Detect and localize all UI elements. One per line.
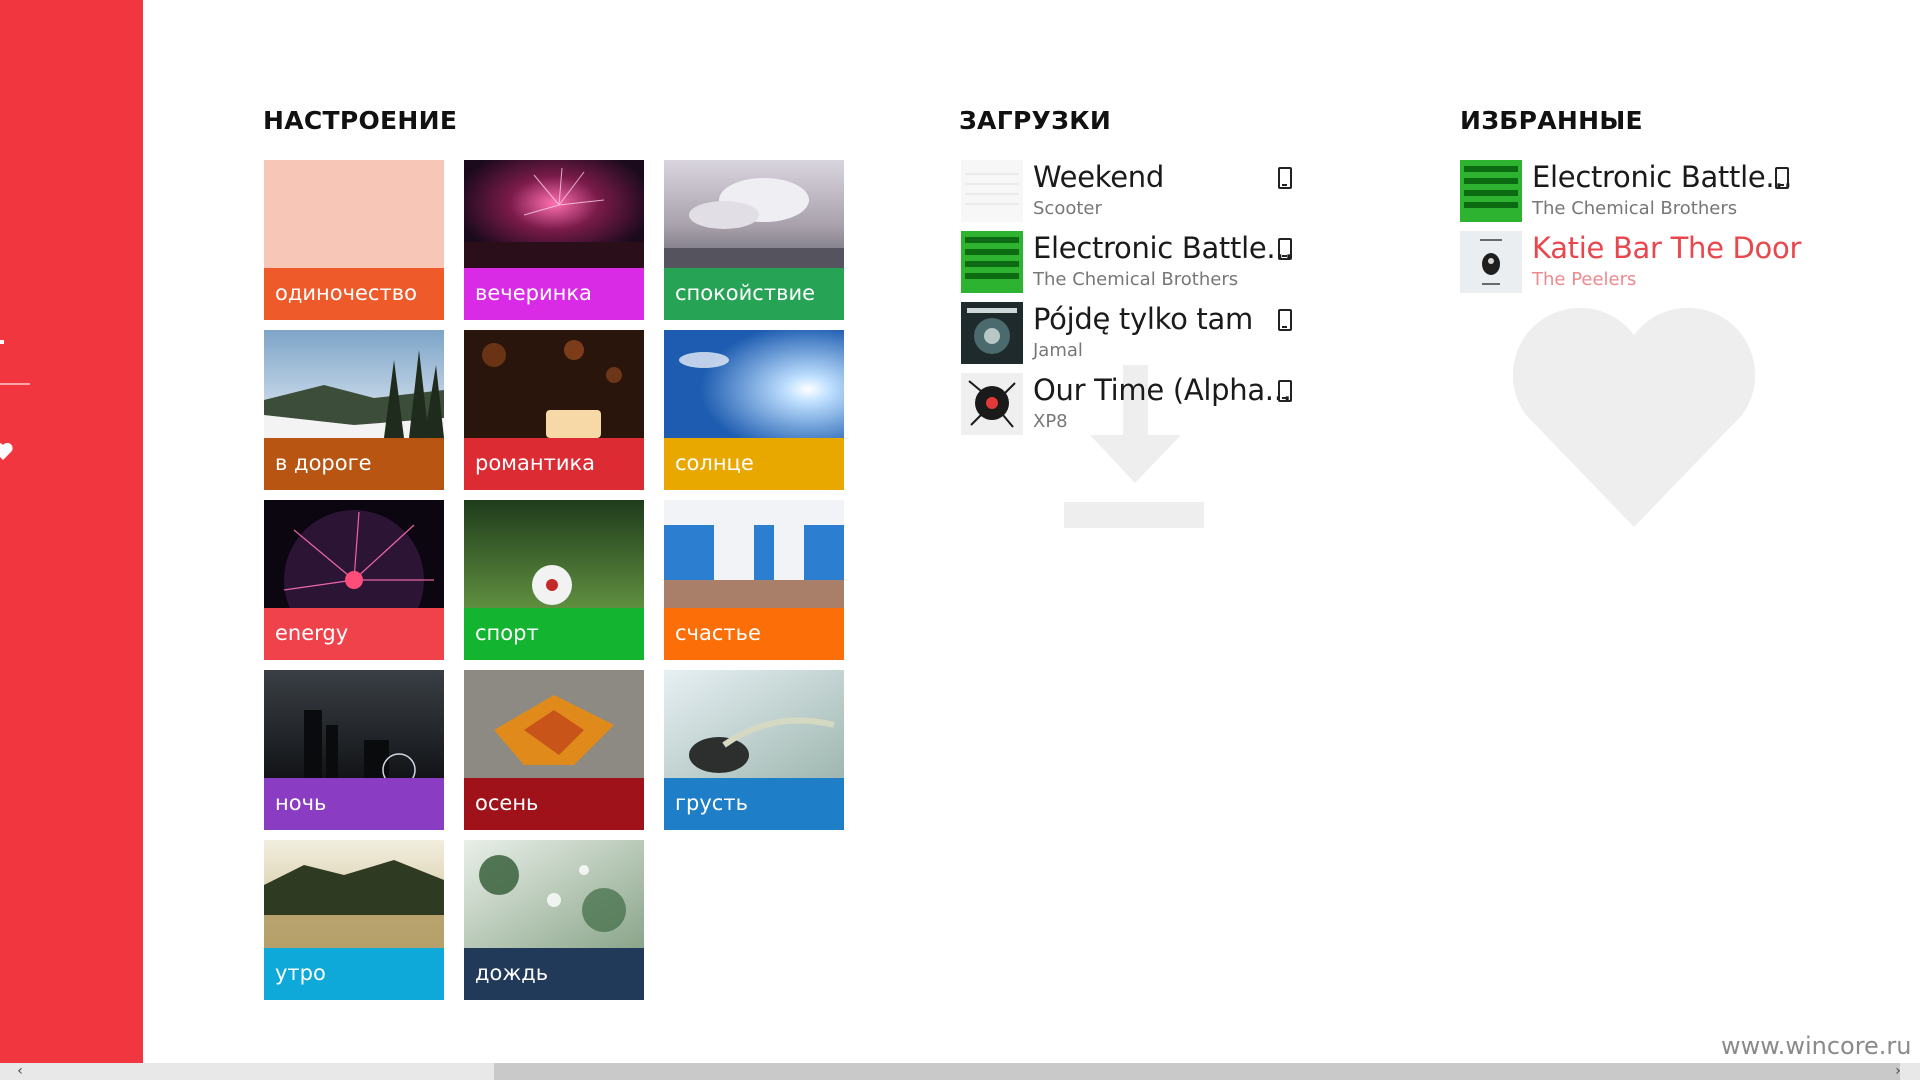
track-title: Electronic Battle...	[1033, 231, 1294, 265]
mood-photo	[264, 840, 444, 948]
download-item[interactable]: Electronic Battle... The Chemical Brothe…	[961, 231, 1301, 293]
mood-tile[interactable]: в дороге	[264, 330, 444, 490]
album-cover	[961, 231, 1023, 293]
mood-photo	[664, 670, 844, 778]
device-icon	[1278, 167, 1292, 189]
mood-label: осень	[475, 791, 539, 815]
mood-label: ночь	[275, 791, 327, 815]
mood-label: energy	[275, 621, 349, 645]
mood-tile[interactable]: energy	[264, 500, 444, 660]
mood-photo	[664, 500, 844, 608]
track-title: Katie Bar The Door	[1532, 231, 1802, 265]
heart-icon	[1513, 307, 1755, 527]
album-cover	[1460, 160, 1522, 222]
mood-tile[interactable]: одиночество	[264, 160, 444, 320]
scroll-left-icon[interactable]: ‹	[10, 1063, 30, 1080]
mood-tile[interactable]: дождь	[464, 840, 644, 1000]
mood-photo	[464, 500, 644, 608]
sidebar-divider	[0, 383, 30, 385]
sidebar	[0, 0, 143, 1063]
mood-tile[interactable]: ночь	[264, 670, 444, 830]
track-artist: The Chemical Brothers	[1532, 198, 1738, 219]
mood-photo	[264, 160, 444, 268]
device-icon	[1278, 309, 1292, 331]
mood-label: романтика	[475, 451, 596, 475]
scrollbar-thumb[interactable]	[494, 1063, 1900, 1080]
download-item[interactable]: Pójdę tylko tam Jamal	[961, 302, 1301, 364]
mood-photo	[464, 840, 644, 948]
mood-photo	[264, 500, 444, 608]
mood-tile[interactable]: осень	[464, 670, 644, 830]
watermark: www.wincore.ru	[1721, 1032, 1912, 1060]
mood-label: одиночество	[275, 281, 417, 305]
mood-label: спорт	[475, 621, 539, 645]
download-item[interactable]: Our Time (Alpha... XP8	[961, 373, 1301, 435]
mood-label: утро	[275, 961, 326, 985]
mood-label: спокойствие	[675, 281, 816, 305]
mood-tile[interactable]: утро	[264, 840, 444, 1000]
mood-label: солнце	[675, 451, 754, 475]
track-title: Electronic Battle...	[1532, 160, 1793, 194]
mood-tile[interactable]: спокойствие	[664, 160, 844, 320]
mood-label: грусть	[675, 791, 748, 815]
mood-tile[interactable]: грусть	[664, 670, 844, 830]
mood-photo	[664, 330, 844, 438]
device-icon	[1775, 167, 1789, 189]
download-item[interactable]: Weekend Scooter	[961, 160, 1301, 222]
track-title: Our Time (Alpha...	[1033, 373, 1292, 407]
section-title-mood: НАСТРОЕНИЕ	[263, 106, 458, 135]
mood-photo	[264, 670, 444, 778]
mood-tile[interactable]: романтика	[464, 330, 644, 490]
mood-tile[interactable]: спорт	[464, 500, 644, 660]
track-artist: Jamal	[1033, 340, 1083, 361]
mood-photo	[464, 160, 644, 268]
album-cover	[961, 160, 1023, 222]
mood-label: счастье	[675, 621, 761, 645]
track-artist: The Chemical Brothers	[1033, 269, 1239, 290]
mood-label: дождь	[475, 961, 549, 985]
mood-photo	[464, 330, 644, 438]
album-cover	[961, 373, 1023, 435]
device-icon	[1278, 380, 1292, 402]
mood-photo	[264, 330, 444, 438]
track-title: Pójdę tylko tam	[1033, 302, 1253, 336]
mood-photo	[464, 670, 644, 778]
mood-label: вечеринка	[475, 281, 592, 305]
device-icon	[1278, 238, 1292, 260]
heart-icon[interactable]	[0, 440, 14, 462]
section-title-downloads: ЗАГРУЗКИ	[959, 106, 1112, 135]
favorite-item[interactable]: Electronic Battle... The Chemical Brothe…	[1460, 160, 1800, 222]
mood-tile[interactable]: вечеринка	[464, 160, 644, 320]
mood-tile[interactable]: солнце	[664, 330, 844, 490]
track-title: Weekend	[1033, 160, 1164, 194]
album-cover	[961, 302, 1023, 364]
track-artist: The Peelers	[1532, 269, 1637, 290]
track-artist: XP8	[1033, 411, 1068, 432]
album-cover	[1460, 231, 1522, 293]
section-title-favorites: ИЗБРАННЫЕ	[1460, 106, 1643, 135]
favorite-item[interactable]: Katie Bar The Door The Peelers	[1460, 231, 1802, 293]
track-artist: Scooter	[1033, 198, 1102, 219]
scroll-right-icon[interactable]: ›	[1888, 1063, 1908, 1080]
mood-label: в дороге	[275, 451, 372, 475]
mood-photo	[664, 160, 844, 268]
mood-tile[interactable]: счастье	[664, 500, 844, 660]
sidebar-dot	[0, 340, 4, 344]
